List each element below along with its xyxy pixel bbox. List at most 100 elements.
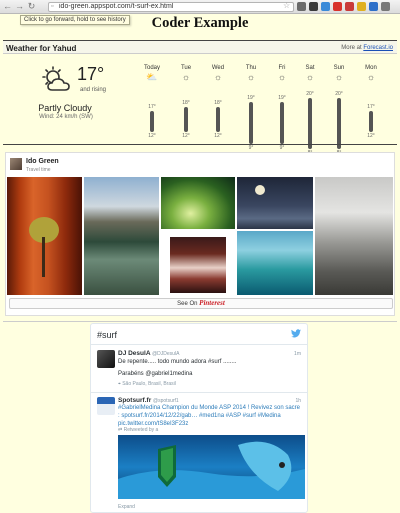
tweet-text: #GabrielMedina Champion du Monde ASP 201… bbox=[118, 405, 300, 427]
forecast-temp-range-bar bbox=[184, 106, 188, 132]
forecast-day-name: Thu bbox=[245, 65, 257, 71]
tweet-author[interactable]: Spotsurf.fr @spotsurf1 bbox=[118, 397, 179, 404]
extension-icon[interactable] bbox=[357, 2, 366, 11]
forecast-day-fri: Fri ☼ 19° 9° bbox=[270, 65, 294, 151]
pin-image-waterfall[interactable] bbox=[170, 237, 226, 293]
forecast-day-name: Today bbox=[143, 65, 160, 71]
extension-icon[interactable] bbox=[321, 2, 330, 11]
tweet-expand-link[interactable]: Expand bbox=[118, 504, 135, 510]
forecast-day-name: Sun bbox=[333, 65, 345, 71]
forecast-high: 17° bbox=[367, 103, 375, 110]
page-info-icon[interactable]: ▫ bbox=[51, 3, 53, 11]
pinner-avatar[interactable] bbox=[10, 158, 22, 170]
weather-widget: Weather for Yahud More at Forecast.io 17… bbox=[3, 40, 397, 156]
see-on-pinterest-button[interactable]: See On Pinterest bbox=[9, 298, 393, 309]
pinterest-board-widget: Ido Green Travel time See On Pinterest bbox=[5, 152, 395, 316]
bookmark-star-icon[interactable]: ☆ bbox=[283, 1, 290, 10]
pin-image-wave-barrel[interactable] bbox=[161, 177, 235, 229]
timeline-title[interactable]: #surf bbox=[97, 330, 117, 340]
tweet-divider bbox=[91, 392, 307, 393]
tweet-handle: @DJDesulA bbox=[152, 351, 180, 357]
tweet-author-avatar[interactable] bbox=[97, 397, 115, 415]
sun-icon: ☼ bbox=[181, 72, 191, 82]
forecast-day-name: Fri bbox=[278, 65, 286, 71]
forecast-temp-range-bar bbox=[337, 98, 341, 149]
forecast-day-name: Wed bbox=[211, 65, 225, 71]
partly-cloudy-icon bbox=[42, 66, 70, 91]
sun-icon: ☼ bbox=[246, 72, 256, 82]
current-temperature: 17° bbox=[77, 64, 105, 84]
pin-image-misty-mountains[interactable] bbox=[315, 177, 393, 295]
forecast-low: 9° bbox=[248, 145, 254, 152]
tweet-author-avatar[interactable] bbox=[97, 350, 115, 368]
forecast-temp-range-bar bbox=[308, 98, 312, 149]
tweet-text-line2: Parabéns @gabriel1medina bbox=[118, 371, 193, 377]
tweet-author[interactable]: DJ DesulA @DJDesulA bbox=[118, 350, 179, 357]
pinterest-logo: Pinterest bbox=[199, 299, 225, 307]
url-text: ido-green.appspot.com/t-surf-ex.html bbox=[59, 3, 174, 10]
tweet-location: ⌖ São Paulo, Brasil, Brasil bbox=[118, 381, 176, 387]
weather-source-label: More at bbox=[341, 45, 362, 51]
forecast-day-name: Mon bbox=[365, 65, 377, 71]
extension-icon[interactable] bbox=[333, 2, 342, 11]
forecast-low: 9° bbox=[279, 145, 285, 152]
forecast-high: 20° bbox=[335, 91, 343, 98]
forecast-low: 12° bbox=[182, 132, 190, 139]
tweet-retweet-info: ⇄ Retweeted by a bbox=[118, 427, 159, 433]
browser-toolbar: ← → ↻ ▫ ido-green.appspot.com/t-surf-ex.… bbox=[0, 0, 400, 14]
forecast-day-sat: Sat☼20°8° bbox=[298, 65, 322, 156]
forecast-day-wed: Wed ☼ 18° 12° bbox=[206, 65, 230, 139]
forecast-day-thu: Thu ☼ 19° 9° bbox=[239, 65, 263, 151]
extension-icon[interactable] bbox=[369, 2, 378, 11]
forecast-day-today: Today ⛅ 17° 12° bbox=[140, 65, 164, 139]
back-icon[interactable]: ← bbox=[3, 2, 12, 11]
menu-icon[interactable] bbox=[381, 2, 390, 11]
forecast-low: 12° bbox=[367, 132, 375, 139]
weather-bottom-rule bbox=[3, 144, 397, 145]
pin-image-moon-castle[interactable] bbox=[237, 177, 313, 229]
forecast-link[interactable]: Forecast.io bbox=[363, 45, 393, 51]
forecast-day-tue: Tue ☼ 18° 12° bbox=[174, 65, 198, 139]
forecast-high: 17° bbox=[148, 103, 156, 110]
sun-icon: ☼ bbox=[366, 72, 376, 82]
address-bar[interactable]: ▫ ido-green.appspot.com/t-surf-ex.html bbox=[48, 2, 294, 12]
pin-image-blue-wave[interactable] bbox=[237, 231, 313, 295]
pin-image-mountain-lake[interactable] bbox=[84, 177, 159, 295]
current-condition: Partly Cloudy bbox=[38, 103, 92, 113]
forecast-temp-range-bar bbox=[369, 110, 373, 132]
sun-icon: ☼ bbox=[277, 72, 287, 82]
forecast-temp-range-bar bbox=[280, 102, 284, 145]
forecast-high: 19° bbox=[247, 95, 255, 102]
reload-icon[interactable]: ↻ bbox=[27, 2, 36, 11]
sun-icon: ☼ bbox=[213, 72, 223, 82]
forecast-high: 19° bbox=[278, 95, 286, 102]
twitter-bird-icon[interactable] bbox=[291, 329, 301, 338]
forward-icon[interactable]: → bbox=[15, 2, 24, 11]
forecast-day-sun: Sun☼20°8° bbox=[327, 65, 351, 156]
partly-cloudy-icon: ⛅ bbox=[146, 72, 158, 82]
extension-icon[interactable] bbox=[345, 2, 354, 11]
forecast-high: 18° bbox=[214, 99, 222, 106]
pinner-name[interactable]: Ido Green bbox=[26, 158, 59, 165]
tweet-media-image[interactable] bbox=[118, 435, 305, 499]
temperature-trend: and rising bbox=[80, 87, 107, 93]
forward-tooltip: Click to go forward, hold to see history bbox=[20, 15, 130, 25]
weather-source: More at Forecast.io bbox=[341, 45, 393, 51]
timeline-divider bbox=[91, 344, 307, 345]
forecast-temp-range-bar bbox=[150, 110, 154, 132]
retweet-icon: ⇄ bbox=[118, 427, 123, 433]
forecast-low: 12° bbox=[214, 132, 222, 139]
tweet-time[interactable]: 1m bbox=[294, 351, 301, 357]
pin-image-canyon-tree[interactable] bbox=[7, 177, 82, 295]
forecast-day-name: Sat bbox=[305, 65, 315, 71]
forecast-high: 20° bbox=[306, 91, 314, 98]
board-name[interactable]: Travel time bbox=[26, 167, 51, 173]
twitter-timeline-widget: #surf DJ DesulA @DJDesulA 1m De repente.… bbox=[90, 323, 308, 513]
forecast-temp-range-bar bbox=[216, 106, 220, 132]
extension-icon[interactable] bbox=[297, 2, 306, 11]
forecast-high: 18° bbox=[182, 99, 190, 106]
extension-icon[interactable] bbox=[309, 2, 318, 11]
tweet-media-picture bbox=[118, 435, 305, 499]
tweet-text: De repente..... todo mundo adora #surf .… bbox=[118, 359, 237, 365]
forecast-temp-range-bar bbox=[249, 102, 253, 145]
